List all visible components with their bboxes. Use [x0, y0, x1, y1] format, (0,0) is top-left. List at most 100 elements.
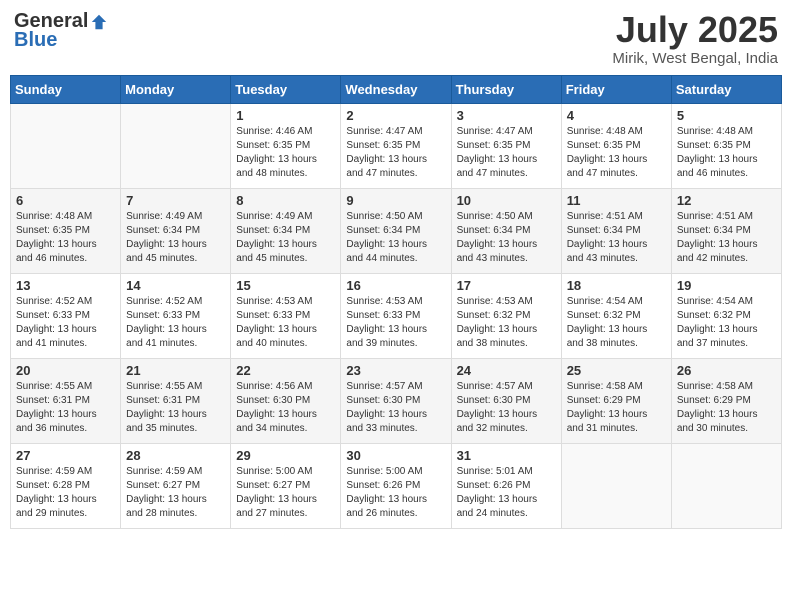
day-number: 9 [346, 193, 445, 208]
day-info: Sunrise: 5:00 AMSunset: 6:26 PMDaylight:… [346, 465, 445, 521]
calendar-cell: 17 Sunrise: 4:53 AMSunset: 6:32 PMDayligh… [451, 273, 561, 358]
day-info: Sunrise: 4:50 AMSunset: 6:34 PMDaylight:… [457, 210, 556, 266]
column-header-tuesday: Tuesday [231, 75, 341, 103]
day-number: 5 [677, 108, 776, 123]
day-number: 20 [16, 363, 115, 378]
column-header-monday: Monday [121, 75, 231, 103]
day-info: Sunrise: 5:00 AMSunset: 6:27 PMDaylight:… [236, 465, 335, 521]
calendar-week-row: 27Sunrise: 4:59 AMSunset: 6:28 PMDayligh… [11, 443, 782, 528]
day-info: Sunrise: 4:48 AMSunset: 6:35 PMDaylight:… [677, 125, 776, 181]
day-number: 19 [677, 278, 776, 293]
calendar-week-row: 1Sunrise: 4:46 AMSunset: 6:35 PMDaylight… [11, 103, 782, 188]
day-number: 2 [346, 108, 445, 123]
calendar-week-row: 20 Sunrise: 4:55 AMSunset: 6:31 PMDayligh… [11, 358, 782, 443]
calendar-week-row: 6 Sunrise: 4:48 AMSunset: 6:35 PMDaylight… [11, 188, 782, 273]
calendar-cell: 25Sunrise: 4:58 AMSunset: 6:29 PMDayligh… [561, 358, 671, 443]
day-number: 23 [346, 363, 445, 378]
calendar-cell: 22 Sunrise: 4:56 AMSunset: 6:30 PMDayligh… [231, 358, 341, 443]
calendar-cell: 7 Sunrise: 4:49 AMSunset: 6:34 PMDaylight… [121, 188, 231, 273]
calendar-cell: 28Sunrise: 4:59 AMSunset: 6:27 PMDayligh… [121, 443, 231, 528]
day-info: Sunrise: 4:47 AMSunset: 6:35 PMDaylight:… [346, 125, 445, 181]
calendar-cell [121, 103, 231, 188]
day-number: 17 [457, 278, 556, 293]
calendar-header-row: SundayMondayTuesdayWednesdayThursdayFrid… [11, 75, 782, 103]
calendar-cell: 11Sunrise: 4:51 AMSunset: 6:34 PMDayligh… [561, 188, 671, 273]
day-info: Sunrise: 4:53 AMSunset: 6:33 PMDaylight:… [236, 295, 335, 351]
calendar-cell: 30 Sunrise: 5:00 AMSunset: 6:26 PMDayligh… [341, 443, 451, 528]
calendar-cell [11, 103, 121, 188]
column-header-saturday: Saturday [671, 75, 781, 103]
calendar-cell [561, 443, 671, 528]
calendar-cell: 12 Sunrise: 4:51 AMSunset: 6:34 PMDayligh… [671, 188, 781, 273]
day-info: Sunrise: 4:58 AMSunset: 6:29 PMDaylight:… [677, 380, 776, 436]
title-block: July 2025 Mirik, West Bengal, India [612, 10, 778, 67]
calendar-table: SundayMondayTuesdayWednesdayThursdayFrid… [10, 75, 782, 529]
location-text: Mirik, West Bengal, India [612, 50, 778, 67]
calendar-cell: 14 Sunrise: 4:52 AMSunset: 6:33 PMDayligh… [121, 273, 231, 358]
calendar-cell: 31 Sunrise: 5:01 AMSunset: 6:26 PMDayligh… [451, 443, 561, 528]
day-info: Sunrise: 4:54 AMSunset: 6:32 PMDaylight:… [567, 295, 666, 351]
calendar-week-row: 13 Sunrise: 4:52 AMSunset: 6:33 PMDayligh… [11, 273, 782, 358]
day-number: 22 [236, 363, 335, 378]
day-number: 4 [567, 108, 666, 123]
day-number: 6 [16, 193, 115, 208]
day-info: Sunrise: 4:52 AMSunset: 6:33 PMDaylight:… [126, 295, 225, 351]
column-header-friday: Friday [561, 75, 671, 103]
day-info: Sunrise: 4:47 AMSunset: 6:35 PMDaylight:… [457, 125, 556, 181]
day-number: 28 [126, 448, 225, 463]
calendar-cell: 24 Sunrise: 4:57 AMSunset: 6:30 PMDayligh… [451, 358, 561, 443]
calendar-cell [671, 443, 781, 528]
day-info: Sunrise: 4:56 AMSunset: 6:30 PMDaylight:… [236, 380, 335, 436]
calendar-cell: 9 Sunrise: 4:50 AMSunset: 6:34 PMDaylight… [341, 188, 451, 273]
day-info: Sunrise: 4:53 AMSunset: 6:32 PMDaylight:… [457, 295, 556, 351]
column-header-wednesday: Wednesday [341, 75, 451, 103]
day-number: 15 [236, 278, 335, 293]
day-number: 29 [236, 448, 335, 463]
day-number: 24 [457, 363, 556, 378]
day-info: Sunrise: 4:48 AMSunset: 6:35 PMDaylight:… [16, 210, 115, 266]
page-header: General Blue July 2025 Mirik, West Benga… [10, 10, 782, 67]
day-info: Sunrise: 4:51 AMSunset: 6:34 PMDaylight:… [677, 210, 776, 266]
calendar-cell: 20 Sunrise: 4:55 AMSunset: 6:31 PMDayligh… [11, 358, 121, 443]
day-info: Sunrise: 4:49 AMSunset: 6:34 PMDaylight:… [236, 210, 335, 266]
day-number: 31 [457, 448, 556, 463]
logo: General Blue [14, 10, 108, 52]
logo-icon [90, 13, 108, 31]
calendar-cell: 5 Sunrise: 4:48 AMSunset: 6:35 PMDaylight… [671, 103, 781, 188]
day-number: 13 [16, 278, 115, 293]
calendar-cell: 26Sunrise: 4:58 AMSunset: 6:29 PMDayligh… [671, 358, 781, 443]
calendar-cell: 19 Sunrise: 4:54 AMSunset: 6:32 PMDayligh… [671, 273, 781, 358]
day-info: Sunrise: 4:57 AMSunset: 6:30 PMDaylight:… [457, 380, 556, 436]
day-number: 7 [126, 193, 225, 208]
calendar-cell: 10 Sunrise: 4:50 AMSunset: 6:34 PMDayligh… [451, 188, 561, 273]
day-number: 18 [567, 278, 666, 293]
day-info: Sunrise: 5:01 AMSunset: 6:26 PMDaylight:… [457, 465, 556, 521]
calendar-cell: 3Sunrise: 4:47 AMSunset: 6:35 PMDaylight… [451, 103, 561, 188]
day-info: Sunrise: 4:51 AMSunset: 6:34 PMDaylight:… [567, 210, 666, 266]
day-number: 16 [346, 278, 445, 293]
month-title: July 2025 [612, 10, 778, 50]
calendar-cell: 16 Sunrise: 4:53 AMSunset: 6:33 PMDayligh… [341, 273, 451, 358]
day-info: Sunrise: 4:55 AMSunset: 6:31 PMDaylight:… [126, 380, 225, 436]
day-info: Sunrise: 4:49 AMSunset: 6:34 PMDaylight:… [126, 210, 225, 266]
day-number: 1 [236, 108, 335, 123]
day-info: Sunrise: 4:57 AMSunset: 6:30 PMDaylight:… [346, 380, 445, 436]
day-info: Sunrise: 4:58 AMSunset: 6:29 PMDaylight:… [567, 380, 666, 436]
day-number: 27 [16, 448, 115, 463]
day-info: Sunrise: 4:53 AMSunset: 6:33 PMDaylight:… [346, 295, 445, 351]
calendar-cell: 1Sunrise: 4:46 AMSunset: 6:35 PMDaylight… [231, 103, 341, 188]
day-number: 30 [346, 448, 445, 463]
day-info: Sunrise: 4:54 AMSunset: 6:32 PMDaylight:… [677, 295, 776, 351]
day-info: Sunrise: 4:55 AMSunset: 6:31 PMDaylight:… [16, 380, 115, 436]
calendar-cell: 8Sunrise: 4:49 AMSunset: 6:34 PMDaylight… [231, 188, 341, 273]
day-info: Sunrise: 4:52 AMSunset: 6:33 PMDaylight:… [16, 295, 115, 351]
day-number: 12 [677, 193, 776, 208]
calendar-cell: 29 Sunrise: 5:00 AMSunset: 6:27 PMDayligh… [231, 443, 341, 528]
day-number: 14 [126, 278, 225, 293]
column-header-thursday: Thursday [451, 75, 561, 103]
calendar-cell: 4Sunrise: 4:48 AMSunset: 6:35 PMDaylight… [561, 103, 671, 188]
day-info: Sunrise: 4:50 AMSunset: 6:34 PMDaylight:… [346, 210, 445, 266]
day-number: 10 [457, 193, 556, 208]
calendar-cell: 21 Sunrise: 4:55 AMSunset: 6:31 PMDayligh… [121, 358, 231, 443]
day-number: 21 [126, 363, 225, 378]
